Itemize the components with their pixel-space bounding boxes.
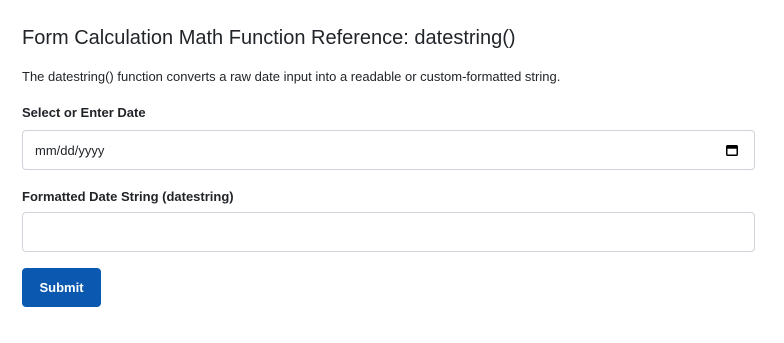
page-description: The datestring() function converts a raw… — [22, 69, 561, 84]
page-title: Form Calculation Math Function Reference… — [22, 27, 516, 49]
formatted-date-output[interactable] — [22, 212, 755, 252]
date-input-placeholder: mm/dd/yyyy — [35, 143, 105, 158]
submit-button[interactable]: Submit — [22, 268, 101, 307]
date-field-label: Select or Enter Date — [22, 105, 146, 120]
output-field-label: Formatted Date String (datestring) — [22, 189, 234, 204]
calendar-icon[interactable] — [726, 145, 738, 156]
date-input[interactable]: mm/dd/yyyy — [22, 130, 755, 170]
